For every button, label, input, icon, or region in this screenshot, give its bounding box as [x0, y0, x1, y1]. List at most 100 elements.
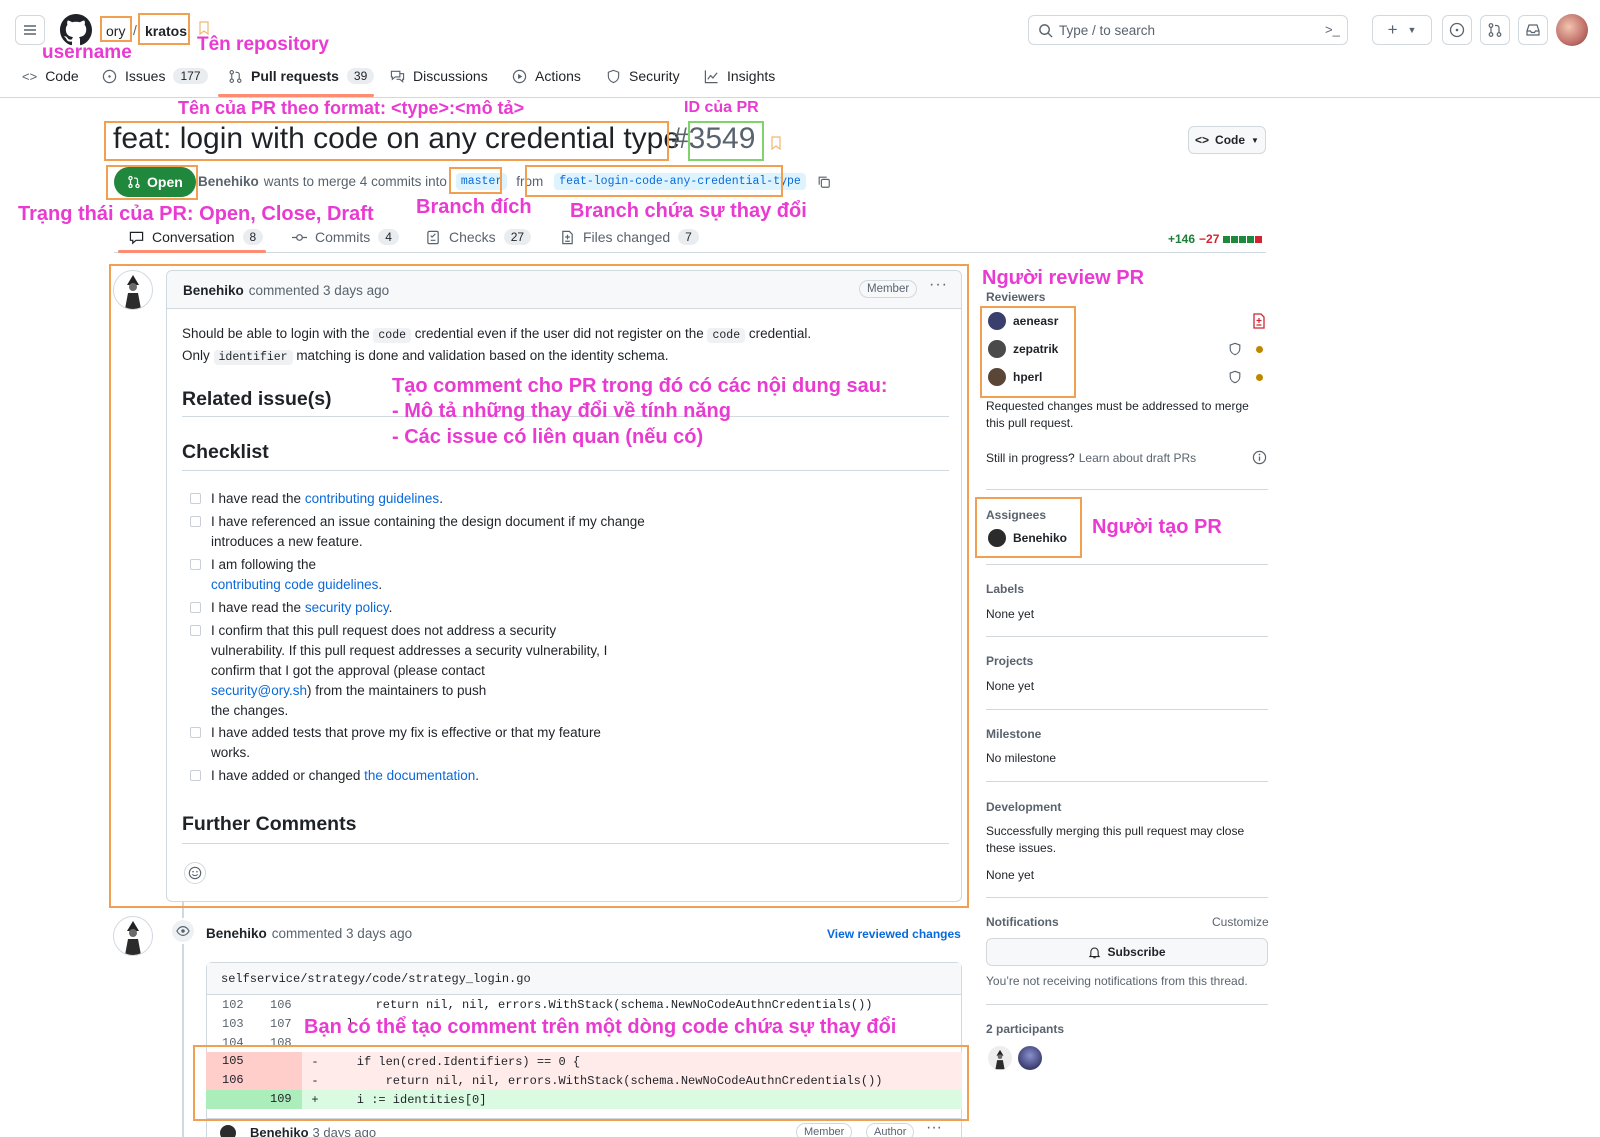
assignees-heading[interactable]: Assignees	[986, 508, 1046, 522]
nav-pull-requests[interactable]: Pull requests 39	[228, 66, 375, 86]
tab-conversation[interactable]: Conversation 8	[129, 229, 264, 245]
diffstat-bar	[1223, 235, 1263, 243]
reply-byline: Benehiko 3 days ago	[250, 1125, 377, 1137]
security-email-link[interactable]: security@ory.sh	[211, 683, 307, 698]
checkbox[interactable]	[190, 559, 201, 570]
comment-author[interactable]: Benehiko	[183, 283, 244, 298]
pr-count: 39	[346, 68, 375, 84]
development-note: Successfully merging this pull request m…	[986, 824, 1245, 855]
nav-actions[interactable]: Actions	[512, 66, 581, 86]
tab-commits[interactable]: Commits 4	[292, 229, 399, 245]
diff-line-deleted[interactable]: 105- if len(cred.Identifiers) == 0 {	[206, 1052, 962, 1071]
notifications-note: You’re not receiving notifications from …	[986, 974, 1248, 988]
kebab-menu-icon[interactable]: ···	[926, 1119, 942, 1137]
reviewers-heading[interactable]: Reviewers	[986, 290, 1045, 304]
caret-down-icon: ▼	[1407, 25, 1417, 35]
info-icon[interactable]	[1252, 450, 1267, 470]
reviewer-row[interactable]: hperl	[988, 368, 1042, 386]
checkbox[interactable]	[190, 602, 201, 613]
diff-line-added[interactable]: 109 + i := identities[0]	[206, 1090, 962, 1109]
nav-insights[interactable]: Insights	[704, 66, 775, 86]
avatar[interactable]	[220, 1125, 236, 1137]
menu-button[interactable]	[15, 15, 45, 45]
development-value: None yet	[986, 868, 1035, 882]
review-author[interactable]: Benehiko	[206, 926, 267, 941]
subscribe-button[interactable]: Subscribe	[986, 938, 1268, 966]
copy-icon[interactable]	[817, 175, 831, 189]
changes-note: Requested changes must be addressed to m…	[986, 399, 1249, 430]
participant-avatar[interactable]	[988, 1046, 1012, 1070]
author-avatar[interactable]	[113, 270, 153, 310]
diff-line-deleted[interactable]: 106- return nil, nil, errors.WithStack(s…	[206, 1071, 962, 1090]
add-reaction-button[interactable]	[184, 862, 206, 884]
checkbox[interactable]	[190, 770, 201, 781]
code-dropdown-button[interactable]: <> Code ▼	[1188, 126, 1266, 154]
bell-icon	[1089, 947, 1101, 958]
diff-line[interactable]: 102 106 return nil, nil, errors.WithStack…	[206, 995, 962, 1014]
checkbox[interactable]	[190, 516, 201, 527]
documentation-link[interactable]: the documentation	[364, 768, 475, 783]
checkbox[interactable]	[190, 727, 201, 738]
nav-code[interactable]: <> Code	[22, 66, 79, 86]
checklist-item: I have added or changed the documentatio…	[190, 766, 479, 786]
checkbox[interactable]	[190, 493, 201, 504]
tabs-divider	[114, 252, 1266, 253]
create-new-button[interactable]: + ▼	[1372, 15, 1432, 45]
file-diff-icon	[562, 230, 573, 244]
kebab-menu-icon[interactable]: ···	[929, 276, 948, 294]
tab-files-changed[interactable]: Files changed 7	[560, 229, 699, 245]
head-branch[interactable]: feat-login-code-any-credential-type	[554, 173, 806, 190]
pull-request-icon	[1488, 23, 1502, 37]
security-policy-link[interactable]: security policy	[305, 600, 389, 615]
sidebar-divider	[986, 709, 1268, 710]
nav-discussions[interactable]: Discussions	[390, 66, 488, 86]
annotation-comment-1: Tạo comment cho PR trong đó có các nội d…	[392, 375, 888, 397]
checklist-item: I am following the contributing code guid…	[190, 555, 382, 595]
reviewer-row[interactable]: zepatrik	[988, 340, 1058, 358]
inbox-button[interactable]	[1518, 15, 1548, 45]
annotation-reviewer: Người review PR	[982, 267, 1145, 289]
reviewer-avatar[interactable]	[113, 916, 153, 956]
avatar	[988, 529, 1006, 547]
issues-button[interactable]	[1442, 15, 1472, 45]
reviewer-row[interactable]: aeneasr	[988, 312, 1058, 330]
labels-heading[interactable]: Labels	[986, 582, 1024, 596]
play-icon	[512, 69, 527, 83]
comment-intro: Should be able to login with the code cr…	[182, 326, 812, 365]
development-heading[interactable]: Development	[986, 800, 1061, 814]
checklist-icon	[427, 230, 439, 244]
member-badge: Member	[859, 280, 918, 298]
nav-security[interactable]: Security	[606, 66, 680, 86]
annotation-repo-name: Tên repository	[197, 34, 329, 55]
author-badge: Author	[866, 1123, 915, 1137]
assignee-row[interactable]: Benehiko	[988, 529, 1067, 547]
nav-issues[interactable]: Issues 177	[102, 66, 208, 86]
pull-requests-button[interactable]	[1480, 15, 1510, 45]
pr-author-link[interactable]: Benehiko	[198, 174, 259, 189]
milestone-heading[interactable]: Milestone	[986, 727, 1041, 741]
repo-owner-link[interactable]: ory	[106, 23, 125, 39]
tab-checks[interactable]: Checks 27	[426, 229, 532, 245]
diff-stats: +146 −27	[1168, 232, 1263, 246]
eye-icon	[170, 918, 196, 944]
user-avatar[interactable]	[1556, 14, 1588, 46]
contributing-guidelines-link[interactable]: contributing guidelines	[305, 491, 439, 506]
repo-name-link[interactable]: kratos	[145, 23, 187, 39]
merge-info: Benehiko wants to merge 4 commits into m…	[198, 173, 831, 190]
diff-file-path[interactable]: selfservice/strategy/code/strategy_login…	[221, 972, 531, 986]
code-icon: <>	[1195, 133, 1210, 147]
base-branch[interactable]: master	[455, 173, 508, 190]
customize-link[interactable]: Customize	[1212, 915, 1269, 929]
search-input[interactable]: Type / to search >_	[1028, 15, 1348, 45]
participant-avatar[interactable]	[1018, 1046, 1042, 1070]
checkbox[interactable]	[190, 625, 201, 636]
view-reviewed-changes-link[interactable]: View reviewed changes	[827, 927, 961, 941]
command-palette-icon[interactable]: >_	[1325, 22, 1340, 37]
search-placeholder: Type / to search	[1059, 23, 1156, 38]
issues-count: 177	[173, 68, 208, 84]
draft-prs-link[interactable]: Learn about draft PRs	[1079, 451, 1196, 465]
annotation-line-comment: Bạn có thể tạo comment trên một dòng cod…	[304, 1016, 897, 1038]
bookmark-icon	[771, 136, 781, 151]
contributing-code-guidelines-link[interactable]: contributing code guidelines	[211, 577, 378, 592]
projects-heading[interactable]: Projects	[986, 654, 1033, 668]
